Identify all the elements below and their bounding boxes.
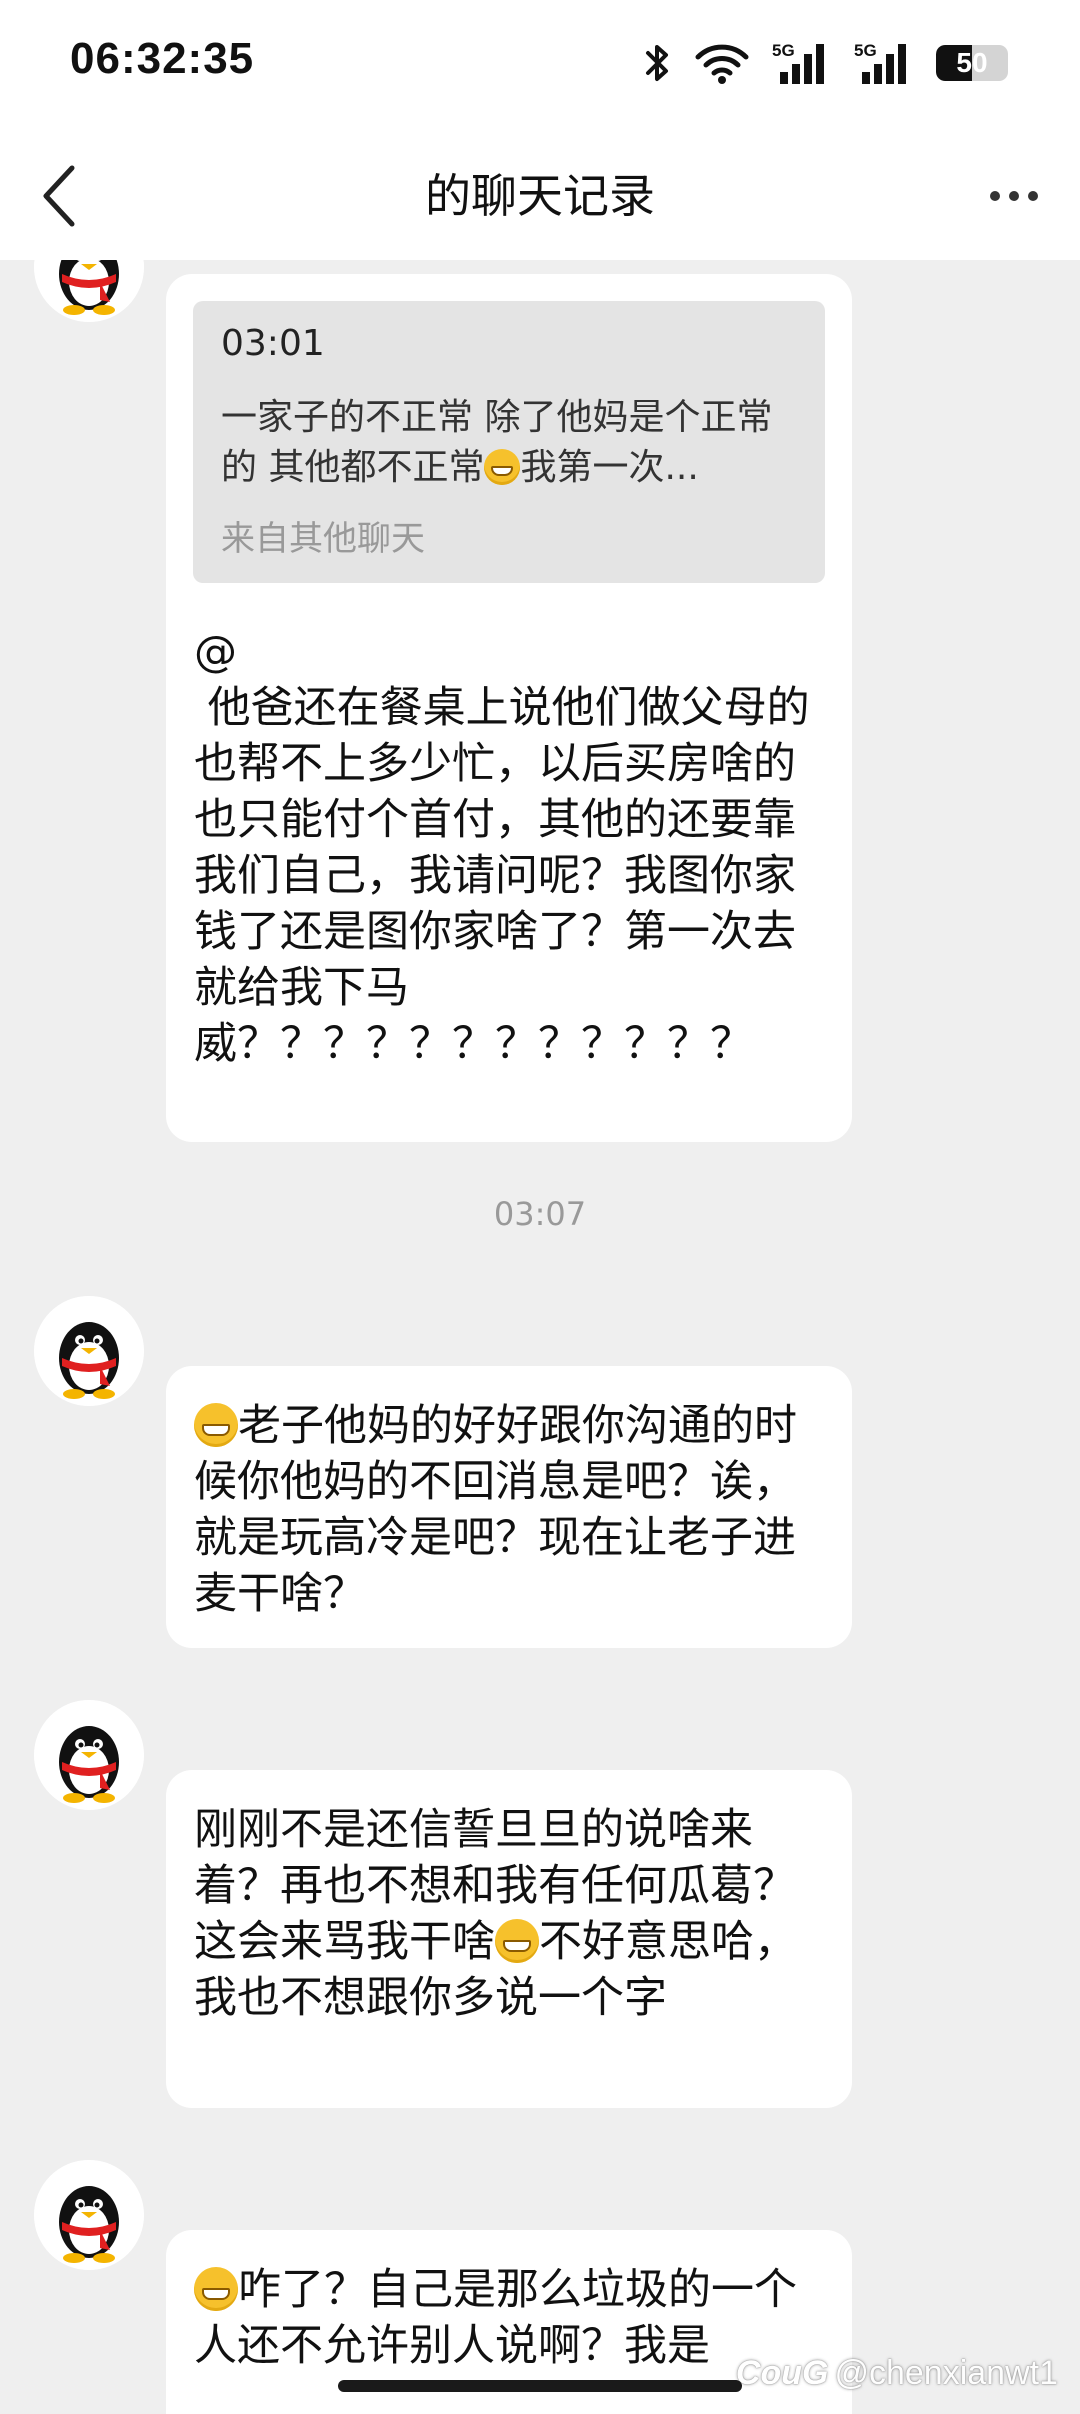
- qq-penguin-avatar-icon: [34, 2160, 144, 2270]
- avatar[interactable]: [34, 1700, 144, 1810]
- wifi-icon: [694, 41, 750, 85]
- message-text-part: 咋了？自己是那么垃圾的一个人还不允许别人说啊？我是: [194, 2265, 797, 2371]
- signal-icon: 5G: [854, 40, 914, 86]
- avatar[interactable]: [34, 2160, 144, 2270]
- chat-history[interactable]: 03:01 一家子的不正常 除了他妈是个正常的 其他都不正常 我第一次... 来自…: [0, 260, 1080, 2414]
- watermark-brand: CouG: [735, 2354, 829, 2392]
- avatar[interactable]: [34, 1296, 144, 1406]
- quote-meta: 03:01: [221, 323, 325, 364]
- battery-level: 50: [956, 47, 988, 78]
- message-timestamp: 03:07: [493, 1195, 587, 1233]
- network-label: 5G: [854, 41, 877, 60]
- quote-text: 一家子的不正常 除了他妈是个正常的 其他都不正常 我第一次...: [221, 393, 797, 493]
- battery-body: 50: [936, 45, 1008, 81]
- status-bar: 06:32:35 5G 5G 50: [0, 0, 1080, 130]
- grinning-face-emoji-icon: [484, 449, 521, 485]
- nav-bar: 的聊天记录: [0, 130, 1080, 260]
- message-text: 老子他妈的好好跟你沟通的时候你他妈的不回消息是吧？诶，就是玩高冷是吧？现在让老子…: [194, 1398, 824, 1622]
- more-horizontal-icon: [990, 191, 1000, 201]
- watermark-handle: @chenxianwt1: [834, 2354, 1058, 2392]
- grinning-face-emoji-icon: [194, 1403, 238, 1447]
- more-horizontal-icon: [1009, 191, 1019, 201]
- status-icons: 5G 5G 50: [642, 38, 1008, 88]
- qq-penguin-avatar-icon: [34, 260, 144, 322]
- bluetooth-icon: [642, 41, 672, 85]
- battery-icon: 50: [936, 45, 1008, 81]
- forwarded-quote[interactable]: 03:01 一家子的不正常 除了他妈是个正常的 其他都不正常 我第一次... 来自…: [193, 301, 825, 583]
- message-text: @ 他爸还在餐桌上说他们做父母的也帮不上多少忙，以后买房啥的也只能付个首付，其他…: [194, 627, 810, 1069]
- quote-text-part: 我第一次...: [520, 447, 699, 488]
- avatar[interactable]: [34, 260, 144, 322]
- message-text: 咋了？自己是那么垃圾的一个人还不允许别人说啊？我是: [194, 2262, 824, 2374]
- qq-penguin-avatar-icon: [34, 1700, 144, 1810]
- message-text-part: 老子他妈的好好跟你沟通的时候你他妈的不回消息是吧？诶，就是玩高冷是吧？现在让老子…: [194, 1401, 797, 1619]
- home-indicator[interactable]: [338, 2380, 742, 2392]
- message-bubble[interactable]: 03:01 一家子的不正常 除了他妈是个正常的 其他都不正常 我第一次... 来自…: [166, 274, 852, 1142]
- status-time: 06:32:35: [70, 34, 255, 83]
- qq-penguin-avatar-icon: [34, 1296, 144, 1406]
- message-bubble[interactable]: 老子他妈的好好跟你沟通的时候你他妈的不回消息是吧？诶，就是玩高冷是吧？现在让老子…: [166, 1366, 852, 1648]
- network-label: 5G: [772, 41, 795, 60]
- watermark: CouG @chenxianwt1: [736, 2354, 1058, 2393]
- grinning-face-emoji-icon: [495, 1919, 539, 1963]
- more-horizontal-icon: [1028, 191, 1038, 201]
- more-button[interactable]: [974, 156, 1054, 236]
- quote-source: 来自其他聊天: [221, 519, 425, 559]
- grinning-face-emoji-icon: [194, 2267, 238, 2311]
- page-title: 的聊天记录: [425, 169, 655, 223]
- message-text: 刚刚不是还信誓旦旦的说啥来着？再也不想和我有任何瓜葛？这会来骂我干啥 不好意思哈，…: [194, 1802, 824, 2026]
- message-bubble[interactable]: 刚刚不是还信誓旦旦的说啥来着？再也不想和我有任何瓜葛？这会来骂我干啥 不好意思哈，…: [166, 1770, 852, 2108]
- signal-icon: 5G: [772, 40, 832, 86]
